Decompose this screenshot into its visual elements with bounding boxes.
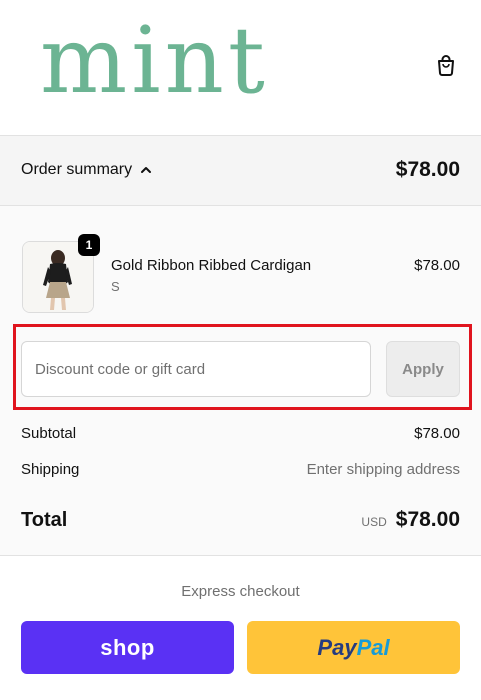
quantity-badge: 1 — [78, 234, 100, 256]
currency-code: USD — [361, 515, 387, 529]
subtotal-value: $78.00 — [414, 425, 460, 442]
header: mint — [0, 0, 481, 135]
product-name: Gold Ribbon Ribbed Cardigan — [111, 257, 312, 274]
express-checkout-title: Express checkout — [181, 583, 300, 600]
shipping-label: Shipping — [21, 461, 80, 478]
total-amount: $78.00 — [395, 508, 460, 531]
apply-button[interactable]: Apply — [386, 341, 460, 397]
subtotal-label: Subtotal — [21, 425, 77, 442]
paypal-logo-part2: Pal — [356, 634, 390, 660]
shipping-value: Enter shipping address — [306, 461, 460, 478]
total-label: Total — [21, 509, 68, 531]
order-summary-toggle[interactable]: Order summary — [21, 161, 152, 179]
store-logo[interactable]: mint — [40, 6, 269, 116]
paypal-button[interactable]: PayPal — [247, 621, 460, 674]
chevron-up-icon — [141, 167, 152, 173]
shopping-bag-icon[interactable] — [434, 53, 458, 77]
order-summary-total: $78.00 — [395, 158, 460, 181]
order-summary-panel: 1 Gold Ribbon Ribbed Cardigan S $78.00 A… — [0, 206, 481, 556]
order-summary-label: Order summary — [21, 161, 133, 178]
product-price: $78.00 — [414, 257, 460, 274]
product-variant: S — [111, 279, 120, 294]
order-summary-bar[interactable]: Order summary $78.00 — [0, 135, 481, 206]
total-value-group: USD $78.00 — [361, 508, 460, 532]
shop-pay-button[interactable]: shop — [21, 621, 234, 674]
discount-code-input[interactable] — [21, 341, 371, 397]
paypal-logo-part1: Pay — [317, 634, 357, 660]
